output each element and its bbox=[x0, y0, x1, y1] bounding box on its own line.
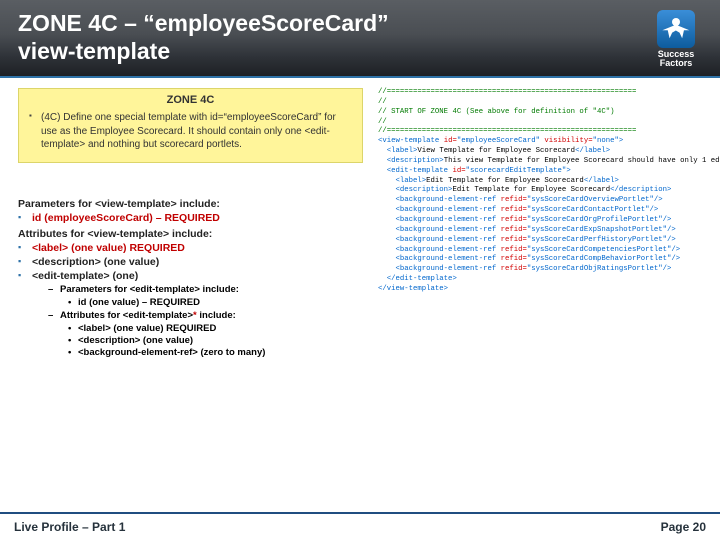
footer-left: Live Profile – Part 1 bbox=[14, 520, 125, 534]
footer-right: Page 20 bbox=[661, 520, 706, 534]
attr-description: <description> (one value) bbox=[18, 256, 363, 268]
xml-code-snippet: //======================================… bbox=[378, 88, 708, 295]
zone-heading: ZONE 4C bbox=[29, 94, 352, 106]
person-star-icon bbox=[657, 10, 695, 48]
sub-params-heading: Parameters for <edit-template> include: bbox=[48, 284, 363, 295]
sub-attr-description: <description> (one value) bbox=[68, 335, 363, 346]
title-line1: ZONE 4C – “employeeScoreCard” bbox=[18, 10, 389, 36]
param-id: id (employeeScoreCard) – REQUIRED bbox=[18, 212, 363, 224]
params-heading: Parameters for <view-template> include: bbox=[18, 198, 363, 210]
attr-edit-template: <edit-template> (one) Parameters for <ed… bbox=[18, 270, 363, 358]
attr-label: <label> (one value) REQUIRED bbox=[18, 242, 363, 254]
header: ZONE 4C – “employeeScoreCard” view-templ… bbox=[0, 0, 720, 78]
sub-attrs-heading: Attributes for <edit-template>* include: bbox=[48, 310, 363, 321]
footer: Live Profile – Part 1 Page 20 bbox=[0, 512, 720, 540]
content-area: ZONE 4C (4C) Define one special template… bbox=[0, 82, 720, 510]
sub-attr-bgref: <background-element-ref> (zero to many) bbox=[68, 347, 363, 358]
sub-attr-label: <label> (one value) REQUIRED bbox=[68, 323, 363, 334]
zone-item: (4C) Define one special template with id… bbox=[29, 111, 352, 152]
page-number: 20 bbox=[693, 520, 706, 534]
slide: ZONE 4C – “employeeScoreCard” view-templ… bbox=[0, 0, 720, 540]
attrs-heading: Attributes for <view-template> include: bbox=[18, 228, 363, 240]
slide-title: ZONE 4C – “employeeScoreCard” view-templ… bbox=[18, 10, 702, 65]
zone-callout-box: ZONE 4C (4C) Define one special template… bbox=[18, 88, 363, 163]
brand-logo: Success Factors bbox=[647, 10, 705, 69]
logo-text: Success Factors bbox=[647, 50, 705, 69]
title-line2: view-template bbox=[18, 38, 170, 64]
parameters-block: Parameters for <view-template> include: … bbox=[18, 194, 363, 360]
sub-param-id: id (one value) – REQUIRED bbox=[68, 297, 363, 308]
